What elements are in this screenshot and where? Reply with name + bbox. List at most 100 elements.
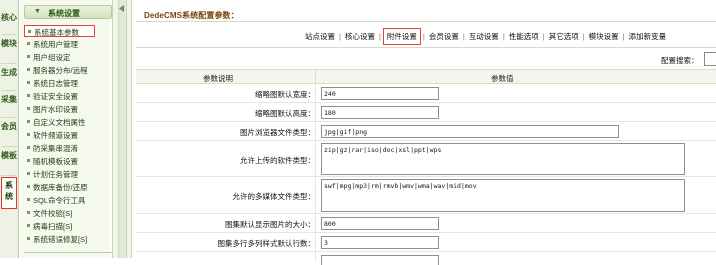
bullet-icon bbox=[27, 133, 30, 136]
table-row: 图片浏览器文件类型： jpg|gif|png bbox=[136, 122, 716, 141]
vtab-collect[interactable]: 采集 bbox=[1, 92, 17, 118]
vtab-modules[interactable]: 模块 bbox=[1, 36, 17, 64]
column-divider bbox=[315, 122, 316, 140]
bullet-icon bbox=[27, 107, 30, 110]
image-types-input[interactable]: jpg|gif|png bbox=[321, 125, 619, 138]
media-types-textarea[interactable]: swf|mpg|mp3|rm|rmvb|wmv|wma|wav|mid|mov bbox=[321, 179, 685, 212]
param-label: 缩略图默认宽度： bbox=[255, 90, 315, 99]
column-divider bbox=[315, 252, 316, 262]
table-row bbox=[136, 252, 716, 265]
page-title: DedeCMS系统配置参数： bbox=[144, 11, 239, 20]
tab-modules[interactable]: 模块设置 bbox=[587, 31, 621, 42]
param-label: 允许上传的软件类型： bbox=[240, 156, 315, 165]
sidebar-item-users[interactable]: 系统用户管理 bbox=[24, 38, 112, 50]
vtab-members[interactable]: 会员 bbox=[1, 119, 17, 147]
table-row: 允许上传的软件类型： zip|gz|rar|iso|doc|xsl|ppt|wp… bbox=[136, 141, 716, 177]
bullet-icon bbox=[27, 185, 30, 188]
album-rows-input[interactable]: 3 bbox=[321, 236, 439, 249]
collapse-sidebar-icon[interactable] bbox=[119, 5, 125, 12]
vtab-generate[interactable]: 生成 bbox=[1, 65, 17, 91]
sidebar-item-software-channel[interactable]: 软件频道设置 bbox=[24, 129, 112, 141]
bullet-icon bbox=[27, 198, 30, 201]
splitter-bar[interactable] bbox=[118, 0, 127, 258]
tab-add-variable[interactable]: 添加新变量 bbox=[627, 31, 669, 42]
collapse-arrow-icon: ▼ bbox=[34, 8, 41, 15]
frame-splitter[interactable] bbox=[112, 0, 132, 258]
column-divider bbox=[315, 214, 316, 232]
column-divider bbox=[315, 70, 316, 85]
bullet-icon bbox=[27, 159, 30, 162]
vtab-system[interactable]: 系统 bbox=[1, 177, 17, 209]
tab-attachments[interactable]: 附件设置 bbox=[382, 28, 421, 45]
sidebar-section-header[interactable]: ▼ 系统设置 bbox=[24, 5, 112, 19]
bullet-icon bbox=[27, 42, 30, 45]
tab-other[interactable]: 其它选项 bbox=[547, 31, 581, 42]
tab-site[interactable]: 站点设置 bbox=[303, 31, 337, 42]
bullet-icon bbox=[27, 68, 30, 71]
column-divider bbox=[315, 177, 316, 213]
sidebar-bottom-border bbox=[24, 252, 112, 258]
column-header-value: 参数值 bbox=[491, 74, 514, 83]
sidebar-item-watermark[interactable]: 图片水印设置 bbox=[24, 103, 112, 115]
sidebar-item-user-groups[interactable]: 用户组设定 bbox=[24, 51, 112, 63]
bullet-icon bbox=[27, 55, 30, 58]
vtab-core[interactable]: 核心 bbox=[1, 10, 17, 35]
param-label: 图集多行多列样式默认行数： bbox=[217, 239, 316, 248]
bullet-icon bbox=[27, 224, 30, 227]
bullet-icon bbox=[27, 211, 30, 214]
table-row: 缩略图默认宽度： 240 bbox=[136, 84, 716, 103]
config-tab-bar: 站点设置 | 核心设置 | 附件设置 | 会员设置 | 互动设置 | 性能选项 | 其它选项 | 模块设置 |… bbox=[136, 22, 716, 47]
column-header-description: 参数说明 bbox=[203, 74, 233, 83]
sidebar-item-scheduled-tasks[interactable]: 计划任务管理 bbox=[24, 168, 112, 180]
tab-interaction[interactable]: 互动设置 bbox=[467, 31, 501, 42]
config-search-input[interactable] bbox=[704, 52, 716, 66]
vtab-templates[interactable]: 模板 bbox=[1, 148, 17, 176]
sidebar-item-basic-params[interactable]: 系统基本参数 bbox=[24, 25, 95, 37]
sidebar-item-random-template[interactable]: 随机模板设置 bbox=[24, 155, 112, 167]
bullet-icon bbox=[28, 30, 31, 33]
column-divider bbox=[315, 84, 316, 102]
sidebar-item-db-backup[interactable]: 数据库备份/还原 bbox=[24, 181, 112, 193]
thumb-width-input[interactable]: 240 bbox=[321, 87, 439, 100]
param-label: 图集默认显示图片的大小： bbox=[225, 220, 315, 229]
thumb-height-input[interactable]: 180 bbox=[321, 106, 439, 119]
sidebar-section-title: 系统设置 bbox=[48, 9, 80, 18]
table-row: 图集默认显示图片的大小： 800 bbox=[136, 214, 716, 233]
param-label: 缩略图默认高度： bbox=[255, 109, 315, 118]
sidebar-item-logs[interactable]: 系统日志管理 bbox=[24, 77, 112, 89]
sidebar-menu: ▼ 系统设置 系统基本参数 系统用户管理 用户组设定 服务器分布/远程 系统日志… bbox=[20, 0, 112, 258]
bullet-icon bbox=[27, 94, 30, 97]
config-search-row: 配置搜索： bbox=[136, 47, 716, 69]
column-divider bbox=[315, 141, 316, 176]
page-header: DedeCMS系统配置参数： bbox=[136, 4, 716, 22]
column-divider bbox=[315, 103, 316, 121]
tab-members[interactable]: 会员设置 bbox=[427, 31, 461, 42]
sidebar-item-virus-scan[interactable]: 病毒扫描[S] bbox=[24, 220, 112, 232]
table-row: 图集多行多列样式默认行数： 3 bbox=[136, 233, 716, 252]
vertical-tab-strip: 核心 模块 生成 采集 会员 模板 系统 bbox=[0, 0, 19, 258]
search-label: 配置搜索： bbox=[661, 56, 699, 65]
software-types-textarea[interactable]: zip|gz|rar|iso|doc|xsl|ppt|wps bbox=[321, 143, 685, 175]
sidebar-item-doc-attributes[interactable]: 自定义文档属性 bbox=[24, 116, 112, 128]
column-divider bbox=[315, 233, 316, 251]
bullet-icon bbox=[27, 120, 30, 123]
tab-performance[interactable]: 性能选项 bbox=[507, 31, 541, 42]
sidebar-item-error-repair[interactable]: 系统错误修复[S] bbox=[24, 233, 112, 245]
table-row: 允许的多媒体文件类型： swf|mpg|mp3|rm|rmvb|wmv|wma|… bbox=[136, 177, 716, 214]
album-image-size-input[interactable]: 800 bbox=[321, 217, 439, 230]
bullet-icon bbox=[27, 172, 30, 175]
tab-core[interactable]: 核心设置 bbox=[343, 31, 377, 42]
bullet-icon bbox=[27, 237, 30, 240]
table-header: 参数说明 参数值 bbox=[136, 69, 716, 85]
bullet-icon bbox=[27, 81, 30, 84]
param-label: 图片浏览器文件类型： bbox=[240, 128, 315, 137]
table-row: 缩略图默认高度： 180 bbox=[136, 103, 716, 122]
param-label: 允许的多媒体文件类型： bbox=[232, 192, 316, 201]
sidebar-item-sql-tool[interactable]: SQL命令行工具 bbox=[24, 194, 112, 206]
sidebar-item-file-check[interactable]: 文件校验[S] bbox=[24, 207, 112, 219]
sidebar-item-security[interactable]: 验证安全设置 bbox=[24, 90, 112, 102]
next-param-input[interactable] bbox=[321, 255, 439, 265]
bullet-icon bbox=[27, 146, 30, 149]
sidebar-item-anti-scrape[interactable]: 防采集串混淆 bbox=[24, 142, 112, 154]
sidebar-item-servers[interactable]: 服务器分布/远程 bbox=[24, 64, 112, 76]
